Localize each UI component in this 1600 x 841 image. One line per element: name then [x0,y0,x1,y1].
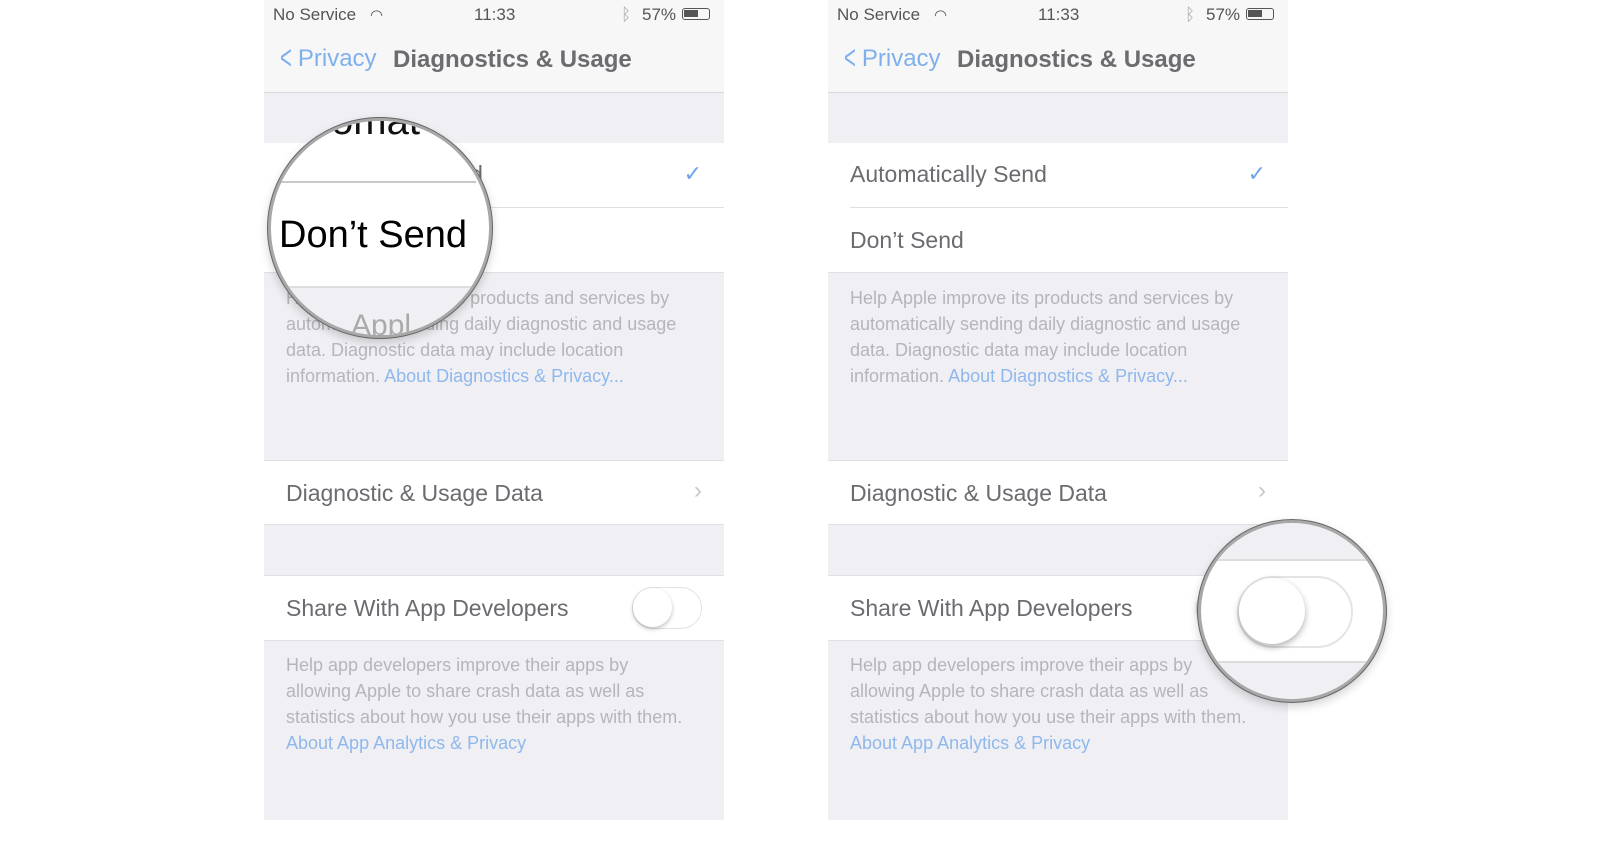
divider [850,207,1288,208]
wifi-icon: ◠ [370,7,384,24]
magnified-toggle [1237,576,1353,648]
battery-icon [1246,8,1274,20]
page-title: Diagnostics & Usage [957,46,1196,73]
chevron-left-icon: < [279,39,292,77]
navigation-bar: < Privacy Diagnostics & Usage [264,30,724,93]
navigation-bar: < Privacy Diagnostics & Usage [828,30,1288,93]
row-label: Diagnostic & Usage Data [850,480,1107,506]
app-analytics-footer: Help app developers improve their apps b… [850,652,1258,756]
option-label: Don’t Send [850,227,964,253]
chevron-right-icon: › [1258,477,1266,504]
wifi-icon: ◠ [934,7,948,24]
diagnostic-usage-data-row[interactable]: Diagnostic & Usage Data › [828,460,1288,525]
footer-text: Help app developers improve their apps b… [850,655,1247,727]
time-text: 11:33 [474,5,516,24]
carrier-text: No Service [273,5,357,24]
diagnostic-usage-data-row[interactable]: Diagnostic & Usage Data › [264,460,724,525]
share-with-developers-row: Share With App Developers [264,575,724,641]
magnified-text: Don’t Send [279,214,468,256]
about-diagnostics-link[interactable]: About Diagnostics & Privacy... [384,366,624,386]
row-label: Share With App Developers [286,595,569,621]
magnified-text: omat [331,118,420,143]
checkmark-icon: ✓ [1247,161,1266,186]
share-toggle[interactable] [632,587,702,629]
status-bar: No Service ◠ 11:33 ᛒ 57% [264,0,724,30]
bluetooth-icon: ᛒ [621,5,632,24]
diagnostics-footer: Help Apple improve its products and serv… [850,285,1258,389]
app-analytics-footer: Help app developers improve their apps b… [286,652,694,756]
page-title: Diagnostics & Usage [393,46,632,73]
magnifier-toggle [1198,520,1386,702]
battery-percent: 57% [642,5,677,24]
status-bar: No Service ◠ 11:33 ᛒ 57% [828,0,1288,30]
toggle-knob [633,588,672,627]
row-label: Diagnostic & Usage Data [286,480,543,506]
row-label: Share With App Developers [850,595,1133,621]
battery-percent: 57% [1206,5,1241,24]
time-text: 11:33 [1038,5,1080,24]
bluetooth-icon: ᛒ [1185,5,1196,24]
option-label: Automatically Send [850,161,1047,187]
option-automatically-send[interactable]: Automatically Send ✓ [828,143,1288,207]
magnifier-dont-send: omat Don’t Send Appl [268,118,492,338]
about-app-analytics-link[interactable]: About App Analytics & Privacy [850,733,1090,753]
back-button[interactable]: < Privacy [276,39,377,77]
back-label: Privacy [861,45,941,72]
battery-icon [682,8,710,20]
back-button[interactable]: < Privacy [840,39,941,77]
carrier-text: No Service [837,5,921,24]
option-dont-send[interactable]: Don’t Send [828,207,1288,273]
chevron-right-icon: › [694,477,702,504]
checkmark-icon: ✓ [683,161,702,186]
magnified-text: Appl [351,309,412,338]
back-label: Privacy [297,45,377,72]
footer-text: Help app developers improve their apps b… [286,655,683,727]
about-diagnostics-link[interactable]: About Diagnostics & Privacy... [948,366,1188,386]
chevron-left-icon: < [843,39,856,77]
about-app-analytics-link[interactable]: About App Analytics & Privacy [286,733,526,753]
